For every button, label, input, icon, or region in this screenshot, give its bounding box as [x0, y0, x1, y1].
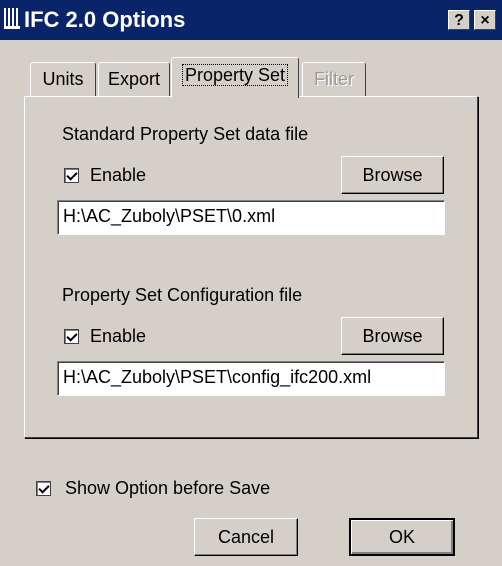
ok-button[interactable]: OK: [349, 518, 455, 556]
tab-property-set[interactable]: Property Set: [171, 57, 299, 98]
config-heading: Property Set Configuration file: [62, 285, 303, 305]
config-enable-checkbox[interactable]: [64, 329, 79, 344]
tab-filter: Filter: [302, 62, 366, 96]
show-option-label[interactable]: Show Option before Save: [65, 477, 270, 499]
tab-filter-label: Filter: [314, 69, 354, 89]
check-icon: [38, 482, 50, 494]
close-button[interactable]: ×: [474, 10, 496, 30]
config-enable-label[interactable]: Enable: [90, 325, 146, 347]
standard-browse-button[interactable]: Browse: [341, 156, 444, 194]
standard-enable-checkbox[interactable]: [64, 168, 79, 183]
tab-units-label: Units: [42, 69, 84, 89]
config-browse-button[interactable]: Browse: [341, 317, 444, 355]
standard-heading: Standard Property Set data file: [62, 124, 309, 144]
tab-units[interactable]: Units: [30, 62, 96, 96]
standard-enable-label[interactable]: Enable: [90, 164, 146, 186]
show-option-checkbox[interactable]: [36, 481, 51, 496]
standard-path-field[interactable]: H:\AC_Zuboly\PSET\0.xml: [57, 200, 445, 235]
cancel-button[interactable]: Cancel: [194, 518, 298, 556]
check-icon: [66, 330, 78, 342]
help-button[interactable]: ?: [448, 10, 470, 30]
app-icon: [4, 8, 20, 30]
window-title: IFC 2.0 Options: [24, 7, 186, 32]
tab-property-set-label: Property Set: [181, 64, 289, 86]
config-path-field[interactable]: H:\AC_Zuboly\PSET\config_ifc200.xml: [57, 361, 445, 396]
tab-export-label: Export: [107, 69, 161, 89]
tab-export[interactable]: Export: [98, 62, 170, 96]
check-icon: [66, 169, 78, 181]
title-bar[interactable]: IFC 2.0 Options ? ×: [0, 0, 502, 40]
